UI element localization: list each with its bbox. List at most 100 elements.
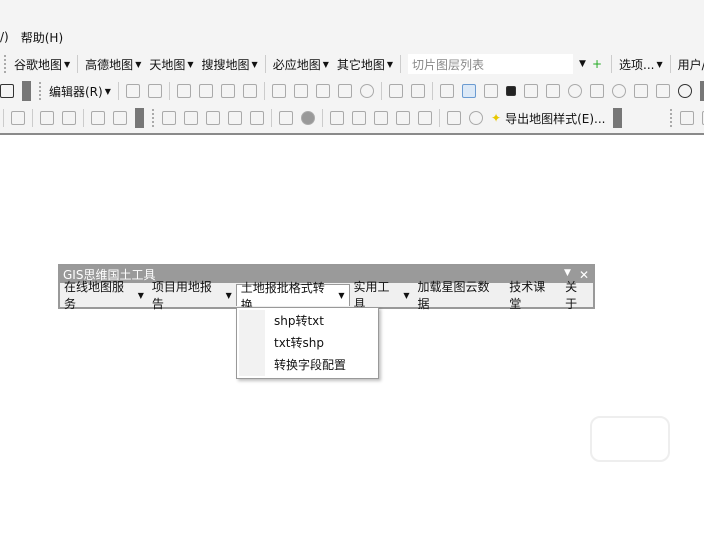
endpoint-arc-icon[interactable] (198, 84, 213, 98)
tianditu-button[interactable]: 天地图 ▼ (145, 56, 197, 73)
options-button[interactable]: 选项... ▼ (615, 56, 667, 73)
smooth-icon[interactable] (352, 111, 366, 125)
other-map-button[interactable]: 其它地图 ▼ (333, 56, 397, 73)
layer-icon[interactable] (0, 84, 14, 98)
menu-load-satellite-data[interactable]: 加载星图云数据 (414, 280, 506, 311)
stretch-icon[interactable] (545, 84, 560, 98)
align-icon[interactable] (396, 111, 410, 125)
chevron-down-icon: ▼ (251, 59, 258, 69)
toolbar-grip[interactable] (4, 55, 6, 73)
menu-land-format-conversion[interactable]: 土地报批格式转换 ▼ (235, 281, 350, 312)
menu-bar: /) 帮助(H) (0, 26, 69, 48)
gaode-map-button[interactable]: 高德地图 ▼ (81, 56, 145, 73)
info-icon[interactable] (677, 84, 692, 98)
menu-tech-class[interactable]: 技术课堂 (505, 280, 561, 311)
edit-vertices-icon[interactable] (271, 84, 286, 98)
tools-icon[interactable] (374, 111, 388, 125)
sphere-icon[interactable] (301, 111, 315, 125)
buffer-icon[interactable] (469, 111, 483, 125)
scatter-icon[interactable] (279, 111, 293, 125)
gis-tool-window: GIS思维国土工具 ▼ ✕ 在线地图服务 ▼ 项目用地报告 ▼ 土地报批格式转换 ▼ 实… (58, 264, 595, 312)
attributes-icon[interactable] (388, 84, 403, 98)
copy-icon[interactable] (447, 111, 461, 125)
validate-icon[interactable] (40, 111, 54, 125)
topology-toolbar: ✦ 导出地图样式(E)... (0, 106, 704, 130)
separator (117, 82, 119, 100)
editor-menu-button[interactable]: 编辑器(R) ▼ (45, 83, 115, 100)
menu-item-field-config[interactable]: 转换字段配置 (274, 355, 346, 375)
menu-about[interactable]: 关于 (561, 280, 593, 311)
soso-map-button[interactable]: 搜搜地图 ▼ (198, 56, 262, 73)
line-icon[interactable] (250, 111, 264, 125)
annotation-edit-icon[interactable] (147, 84, 162, 98)
search-icon[interactable] (589, 84, 604, 98)
separator (168, 82, 170, 100)
globe-icon[interactable] (567, 84, 582, 98)
reshape-icon[interactable] (293, 84, 308, 98)
trim-icon[interactable] (228, 111, 242, 125)
menu-view-partial[interactable]: /) (0, 30, 15, 44)
merge-icon[interactable] (418, 111, 432, 125)
fix-tool-icon[interactable] (91, 111, 105, 125)
bing-map-button[interactable]: 必应地图 ▼ (269, 56, 333, 73)
label: 天地图 (149, 57, 186, 72)
label: 编辑器(R) (49, 84, 103, 99)
select-rect-icon[interactable] (162, 111, 176, 125)
chevron-down-icon: ▼ (322, 59, 329, 69)
extend-icon[interactable] (206, 111, 220, 125)
error-inspector-icon[interactable] (113, 111, 127, 125)
topology-icon[interactable] (11, 111, 25, 125)
toolbar-grip[interactable] (152, 109, 154, 127)
create-features-icon[interactable] (439, 84, 454, 98)
label: 其它地图 (336, 57, 385, 72)
menu-item-shp-to-txt[interactable]: shp转txt (274, 311, 324, 331)
validate-extent-icon[interactable] (62, 111, 76, 125)
zoom-in-icon[interactable] (680, 111, 695, 125)
add-xy-icon[interactable]: + (592, 57, 602, 71)
separator (32, 109, 33, 127)
select-features-icon[interactable] (461, 84, 476, 98)
user-button[interactable]: 用户/注 (674, 56, 704, 73)
toolbar-overflow[interactable] (135, 108, 144, 128)
export-icon: ✦ (491, 111, 502, 125)
cut-polygon-icon[interactable] (315, 84, 330, 98)
target-icon[interactable] (611, 84, 626, 98)
label: 必应地图 (272, 57, 321, 72)
label: 项目用地报告 (151, 280, 212, 311)
toolbar-grip[interactable] (670, 109, 673, 127)
explode-icon[interactable] (242, 84, 257, 98)
construction-tools-icon[interactable] (220, 84, 235, 98)
left-right-icon[interactable] (633, 84, 648, 98)
separator (3, 109, 4, 127)
generalize-icon[interactable] (330, 111, 344, 125)
chevron-down-icon: ▼ (403, 290, 410, 300)
menu-item-txt-to-shp[interactable]: txt转shp (274, 333, 324, 353)
menu-online-map-services[interactable]: 在线地图服务 ▼ (60, 280, 148, 311)
full-extent-icon[interactable] (483, 84, 498, 98)
sketch-properties-icon[interactable] (410, 84, 425, 98)
split-icon[interactable] (337, 84, 352, 98)
export-map-style-button[interactable]: ✦ 导出地图样式(E)... (487, 110, 609, 127)
chevron-down-icon[interactable]: ▼ (579, 59, 586, 69)
menu-help[interactable]: 帮助(H) (15, 29, 69, 46)
separator (271, 109, 272, 127)
edit-tool-icon[interactable] (125, 84, 140, 98)
separator (380, 82, 382, 100)
toolbar-overflow[interactable] (699, 81, 704, 101)
trace-icon[interactable] (184, 111, 198, 125)
map-icon[interactable] (505, 86, 516, 96)
google-map-button[interactable]: 谷歌地图 ▼ (10, 56, 74, 73)
separator (322, 109, 323, 127)
split-horizontal-icon[interactable] (655, 84, 670, 98)
menu-utilities[interactable]: 实用工具 ▼ (350, 280, 414, 311)
arcmap-toolbars: /) 帮助(H) 谷歌地图 ▼ 高德地图 ▼ 天地图 ▼ 搜搜地图 ▼ 必应地图 ▼ 其它… (0, 0, 704, 135)
toolbar-overflow[interactable] (613, 108, 623, 128)
menu-project-land-report[interactable]: 项目用地报告 ▼ (148, 280, 236, 311)
chevron-down-icon: ▼ (656, 59, 663, 69)
tile-layer-list-combo[interactable]: 切片图层列表 (408, 54, 574, 74)
move-up-down-icon[interactable] (523, 84, 538, 98)
toolbar-grip[interactable] (39, 82, 41, 100)
straight-segment-icon[interactable] (176, 84, 191, 98)
rotate-icon[interactable] (359, 84, 374, 98)
toolbar-overflow[interactable] (22, 81, 31, 101)
